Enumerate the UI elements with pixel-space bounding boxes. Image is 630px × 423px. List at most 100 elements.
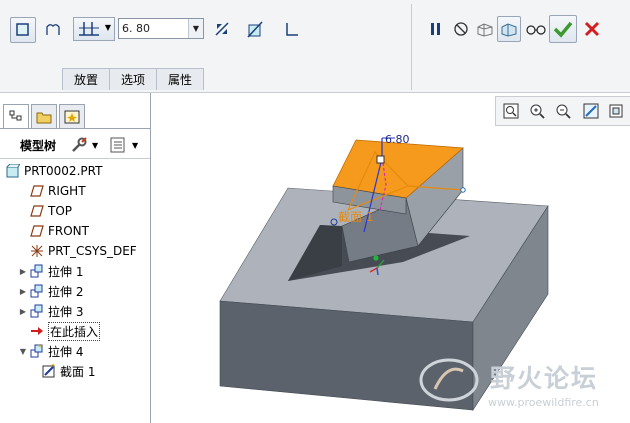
expand-icon[interactable]: ▶ xyxy=(18,267,28,276)
csys-axis xyxy=(376,267,379,276)
no-preview-button[interactable] xyxy=(450,17,472,41)
expand-icon[interactable]: ▶ xyxy=(18,307,28,316)
tree-item[interactable]: RIGHT xyxy=(18,181,86,201)
section-label: 截面 1 xyxy=(338,210,374,224)
graphics-window[interactable]: 6.80 截面 1 野火论坛 www.proewildfire.cn xyxy=(151,93,630,423)
tree-item[interactable]: ▶ 拉伸 3 xyxy=(18,301,83,321)
svg-text:*: * xyxy=(51,364,55,371)
glasses-icon xyxy=(526,25,546,35)
tree-item-label: TOP xyxy=(48,204,73,218)
model-tree-title: 模型树 xyxy=(20,139,57,153)
pause-icon xyxy=(431,23,440,35)
tree-item[interactable]: PRT0002.PRT xyxy=(6,161,102,181)
part-icon xyxy=(6,164,20,178)
chevron-down-icon: ▼ xyxy=(92,140,99,150)
csys-icon xyxy=(30,244,44,258)
tab-placement[interactable]: 放置 xyxy=(62,68,110,90)
tree-show-button[interactable]: ▼ xyxy=(110,135,148,155)
tab-favorites[interactable] xyxy=(59,104,85,128)
tree-item[interactable]: TOP xyxy=(18,201,72,221)
watermark-logo xyxy=(419,358,479,402)
tree-item[interactable]: ▶ 拉伸 1 xyxy=(18,261,83,281)
extrude-icon xyxy=(30,304,44,318)
solid-extrude-button[interactable] xyxy=(10,17,36,43)
chevron-down-icon[interactable]: ▼ xyxy=(188,19,203,38)
watermark-url: www.proewildfire.cn xyxy=(488,396,599,409)
surface-extrude-button[interactable] xyxy=(40,17,66,43)
tree-item-label: RIGHT xyxy=(48,184,86,198)
remove-material-icon xyxy=(247,21,263,38)
zoom-out-icon xyxy=(556,104,571,119)
refit-button[interactable] xyxy=(500,100,522,122)
chevron-down-icon: ▼ xyxy=(132,140,139,150)
insert-arrow-icon xyxy=(30,324,44,338)
tree-item-label: 在此插入 xyxy=(48,321,101,341)
tree-item-label: PRT_CSYS_DEF xyxy=(48,244,137,258)
cancel-button[interactable] xyxy=(580,17,604,41)
sketch-icon: * xyxy=(42,364,56,378)
extrude-icon xyxy=(30,284,44,298)
tree-item-label: 截面 1 xyxy=(60,364,96,379)
zoom-in-button[interactable] xyxy=(526,100,548,122)
chevron-down-icon: ▼ xyxy=(104,23,111,32)
tree-item-label: PRT0002.PRT xyxy=(24,164,103,178)
expand-icon[interactable]: ▶ xyxy=(18,287,28,296)
datum-plane-icon xyxy=(30,224,44,238)
tree-item[interactable]: ▼ * 拉伸 4 xyxy=(18,341,84,361)
depth-value-combo[interactable]: ▼ xyxy=(118,18,204,39)
thicken-icon xyxy=(286,23,298,36)
pause-button[interactable] xyxy=(425,17,447,41)
datum-plane-icon xyxy=(30,184,44,198)
tree-settings-button[interactable]: ▼ xyxy=(70,135,104,155)
extrude-dashboard: ▼ ▼ xyxy=(0,0,630,93)
no-preview-icon xyxy=(454,22,468,36)
verify-preview-button[interactable] xyxy=(497,16,521,42)
tab-model-tree[interactable] xyxy=(3,104,29,128)
close-icon xyxy=(584,21,600,37)
view-preview-button[interactable] xyxy=(524,17,548,41)
tree-item[interactable]: 在此插入 xyxy=(18,321,101,341)
depth-dimension-label[interactable]: 6.80 xyxy=(385,133,410,146)
extrude-new-icon: * xyxy=(30,344,44,358)
zoom-in-icon xyxy=(530,104,545,119)
tree-item-label: 拉伸 1 xyxy=(48,264,84,279)
toolbar-separator xyxy=(411,4,412,90)
tab-options[interactable]: 选项 xyxy=(109,68,157,90)
settings-tools-icon xyxy=(72,137,87,152)
svg-text:*: * xyxy=(38,344,42,352)
datum-plane-icon xyxy=(30,204,44,218)
surface-icon xyxy=(46,24,60,35)
sketch-vertex xyxy=(460,187,466,193)
checkmark-icon xyxy=(553,21,573,38)
flip-direction-icon xyxy=(215,22,229,36)
ok-button[interactable] xyxy=(549,15,577,43)
solid-icon xyxy=(16,23,29,36)
drag-handle xyxy=(376,155,385,164)
depth-value-input[interactable] xyxy=(119,19,189,38)
flip-direction-button[interactable] xyxy=(210,17,234,41)
repaint-button[interactable] xyxy=(580,100,602,122)
tab-properties[interactable]: 属性 xyxy=(156,68,204,90)
tree-item-label: 拉伸 3 xyxy=(48,304,84,319)
navigator-tabs xyxy=(0,101,150,129)
collapse-icon[interactable]: ▼ xyxy=(18,347,28,356)
remove-material-button[interactable] xyxy=(243,17,267,41)
model-tree-icon xyxy=(9,110,22,120)
geometry-preview-button[interactable] xyxy=(474,17,496,41)
verify-icon xyxy=(501,23,517,37)
depth-option-dropdown[interactable]: ▼ xyxy=(73,17,115,41)
tab-folder-browser[interactable] xyxy=(31,104,57,128)
saved-views-icon xyxy=(609,104,623,118)
thicken-sketch-button[interactable] xyxy=(280,17,304,41)
tree-item-label: 拉伸 4 xyxy=(48,344,84,359)
tree-item[interactable]: * 截面 1 xyxy=(30,361,95,381)
tree-item[interactable]: PRT_CSYS_DEF xyxy=(18,241,137,261)
folder-icon xyxy=(36,112,52,123)
saved-views-button[interactable] xyxy=(606,100,628,122)
tree-item[interactable]: FRONT xyxy=(18,221,89,241)
favorites-icon xyxy=(64,110,80,123)
zoom-out-button[interactable] xyxy=(552,100,574,122)
tree-item-label: FRONT xyxy=(48,224,89,238)
geometry-preview-icon xyxy=(477,23,493,37)
tree-item[interactable]: ▶ 拉伸 2 xyxy=(18,281,83,301)
